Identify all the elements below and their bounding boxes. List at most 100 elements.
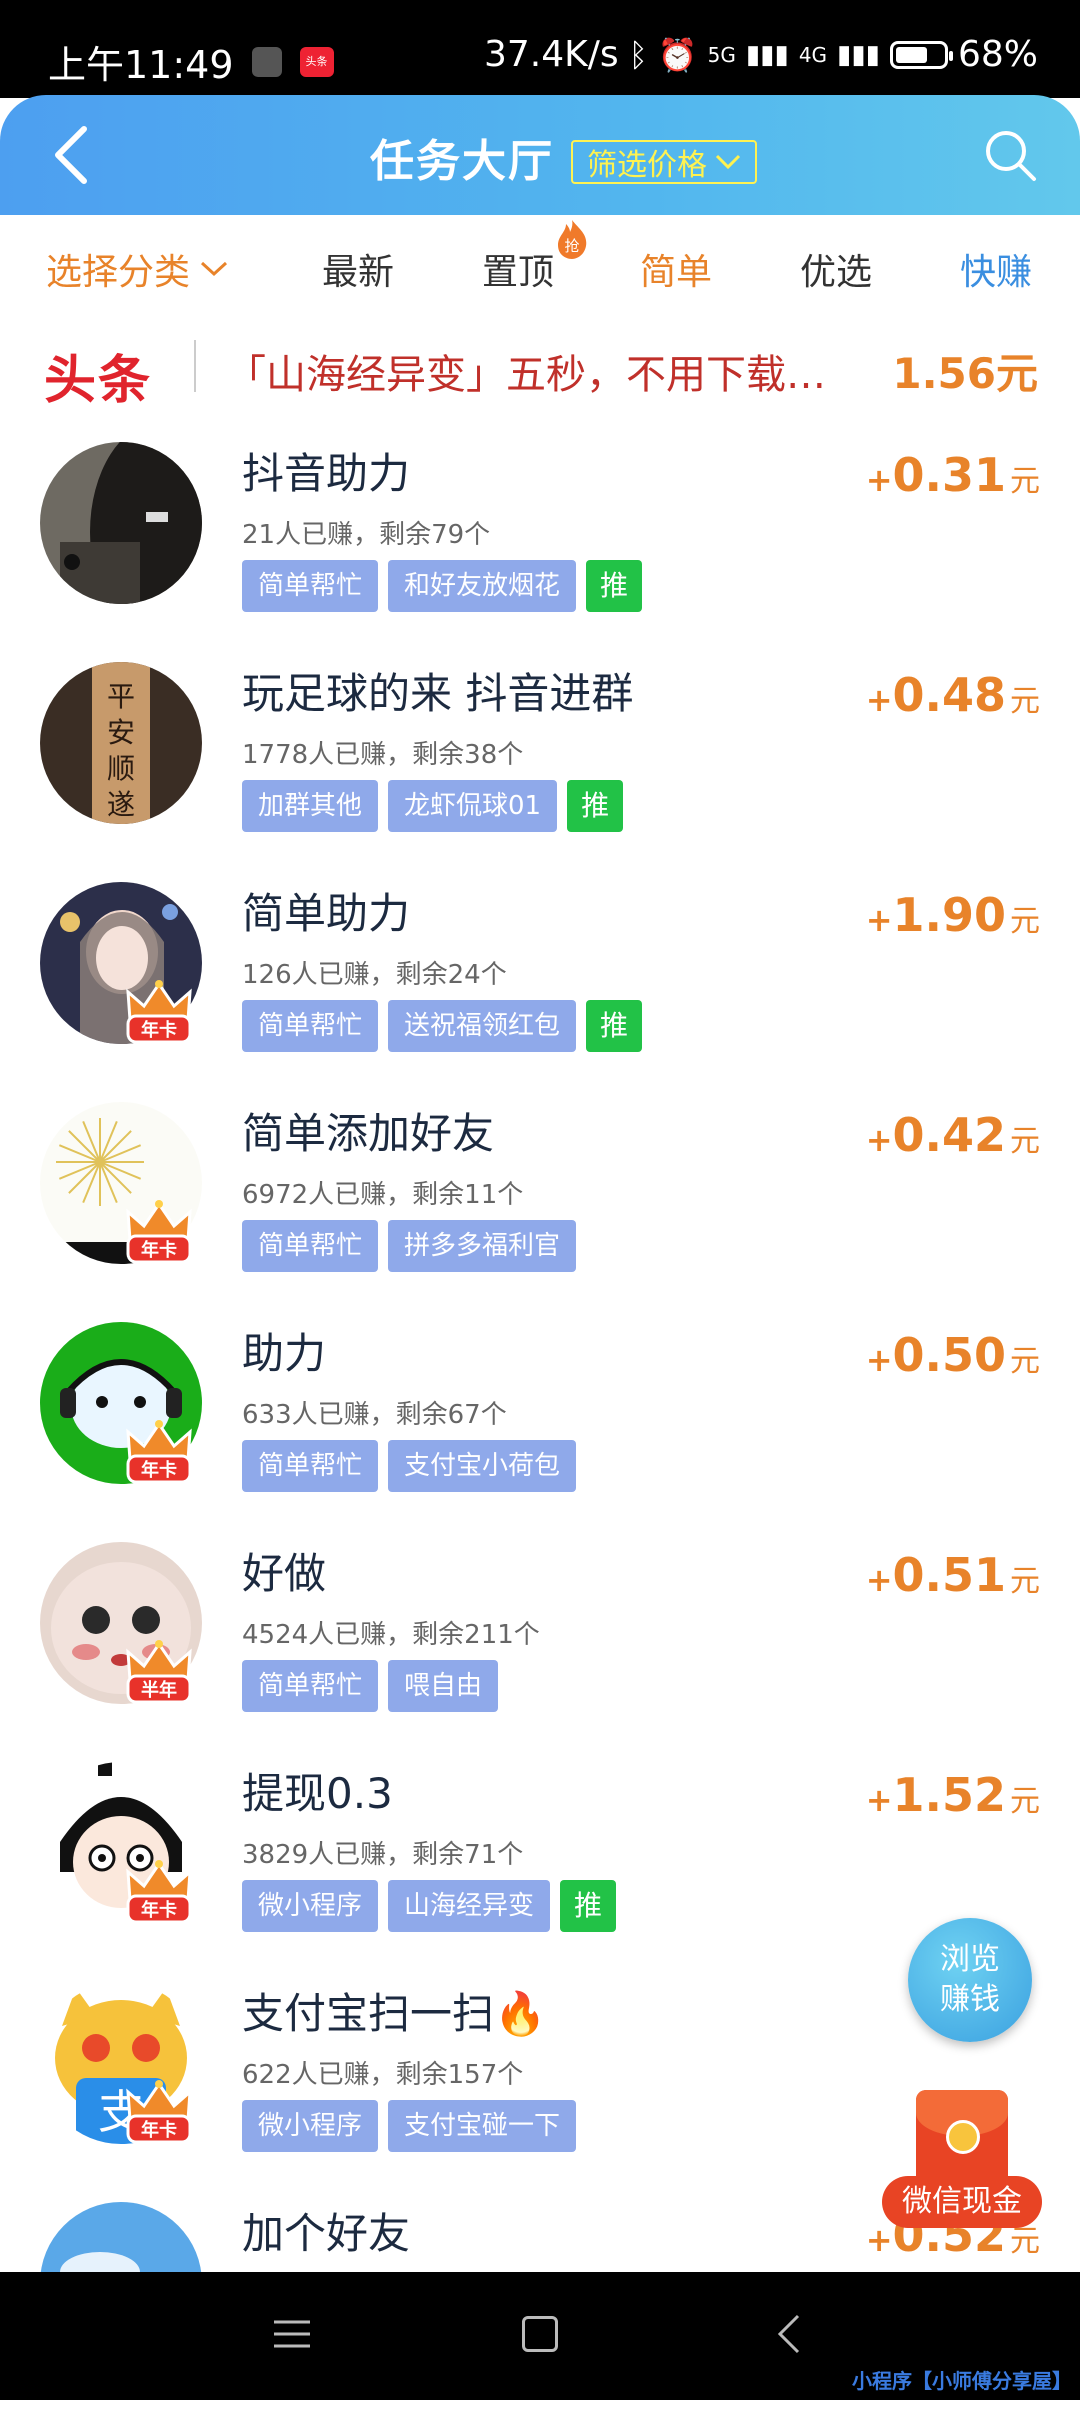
task-stats: 633人已赚，剩余67个 xyxy=(242,1400,507,1430)
status-bar: 上午11:49 头条 37.4K/s ᛒ ⏰ 5G ▮▮▮ 4G ▮▮▮ 68% xyxy=(0,0,1080,98)
svg-text:平: 平 xyxy=(107,680,135,713)
reward-amount: 0.31 xyxy=(892,448,1007,502)
task-tags: 简单帮忙 拼多多福利官 xyxy=(242,1220,577,1272)
notification-app-icon xyxy=(251,46,282,77)
divider xyxy=(194,340,196,392)
task-reward: +0.48 元 xyxy=(866,668,1040,722)
reward-unit: 元 xyxy=(1010,1564,1040,1599)
nav-back-icon[interactable] xyxy=(770,2312,810,2356)
task-stats: 3829人已赚，剩余71个 xyxy=(242,1840,524,1870)
filter-price-label: 筛选价格 xyxy=(587,148,707,183)
toutiao-logo: 头条 xyxy=(44,351,153,411)
task-row[interactable]: 平安顺遂玩足球的来 抖音进群 1778人已赚，剩余38个 加群其他 龙虾侃球01 推 +0… xyxy=(0,662,1080,882)
task-tags: 加群其他 龙虾侃球01 推 xyxy=(242,780,624,832)
tab-bar: 选择分类 最新 置顶 简单 优选 快赚 xyxy=(0,215,1080,315)
task-stats: 1778人已赚，剩余38个 xyxy=(242,740,524,770)
page-title: 任务大厅 xyxy=(370,136,554,187)
task-tag: 简单帮忙 xyxy=(242,1660,379,1712)
task-stats: 622人已赚，剩余157个 xyxy=(242,2060,524,2090)
recommend-badge: 推 xyxy=(567,780,624,832)
browse-earn-button[interactable]: 浏览 赚钱 xyxy=(908,1918,1032,2042)
task-reward: +0.50 元 xyxy=(866,1328,1040,1382)
task-tags: 微小程序 支付宝碰一下 xyxy=(242,2100,577,2152)
task-avatar: 平安顺遂 xyxy=(40,662,202,824)
svg-text:年卡: 年卡 xyxy=(141,1239,177,1261)
task-tag: 微小程序 xyxy=(242,2100,379,2152)
network-speed: 37.4K/s xyxy=(483,34,619,75)
bluetooth-icon: ᛒ xyxy=(628,35,648,74)
task-reward: +0.31 元 xyxy=(866,448,1040,502)
reward-unit: 元 xyxy=(1010,684,1040,719)
reward-amount: 0.48 xyxy=(892,668,1007,722)
reward-unit: 元 xyxy=(1010,1344,1040,1379)
watermark: 小程序【小师傅分享屋】 xyxy=(852,2369,1072,2393)
headline-banner[interactable]: 头条 「山海经异变」五秒，不用下载… 1.56元 xyxy=(0,320,1080,411)
task-row[interactable]: 抖音助力 21人已赚，剩余79个 简单帮忙 和好友放烟花推 +0.31 元 xyxy=(0,442,1080,662)
task-tag: 微小程序 xyxy=(242,1880,379,1932)
task-tags: 微小程序 山海经异变推 xyxy=(242,1880,617,1932)
task-row[interactable]: 年卡 助力 633人已赚，剩余67个 简单帮忙 支付宝小荷包 +0.50 元 xyxy=(0,1322,1080,1542)
pinned-badge-text: 抢 xyxy=(564,237,579,255)
reward-plus: + xyxy=(865,901,893,939)
task-stats: 4524人已赚，剩余211个 xyxy=(242,1620,540,1650)
task-row[interactable]: 年卡 简单添加好友 6972人已赚，剩余11个 简单帮忙 拼多多福利官 +0.42 元 xyxy=(0,1102,1080,1322)
task-tag: 简单帮忙 xyxy=(242,1000,379,1052)
svg-text:遂: 遂 xyxy=(107,788,135,821)
reward-unit: 元 xyxy=(1010,464,1040,499)
tab-simple[interactable]: 简单 xyxy=(640,243,712,295)
header-bar: 任务大厅 筛选价格 xyxy=(0,95,1080,215)
task-tags: 简单帮忙 喂自由 xyxy=(242,1660,499,1712)
chevron-down-icon xyxy=(715,154,741,170)
signal-bars-icon-2: ▮▮▮ xyxy=(837,39,880,70)
coin-icon xyxy=(946,2120,980,2154)
headline-text: 「山海经异变」五秒，不用下载… xyxy=(226,352,826,398)
crown-badge-icon: 半年 xyxy=(124,1640,194,1706)
reward-amount: 0.42 xyxy=(892,1108,1007,1162)
reward-unit: 元 xyxy=(1010,1124,1040,1159)
svg-text:半年: 半年 xyxy=(141,1679,177,1701)
signal-5g-icon: 5G xyxy=(707,42,736,67)
svg-text:顺: 顺 xyxy=(107,752,135,785)
battery-fill xyxy=(895,46,928,63)
reward-unit: 元 xyxy=(1010,904,1040,939)
task-tag: 龙虾侃球01 xyxy=(388,780,558,832)
status-time: 上午11:49 xyxy=(48,43,234,87)
recommend-badge: 推 xyxy=(586,560,643,612)
task-reward: +0.51 元 xyxy=(866,1548,1040,1602)
tab-select-category[interactable]: 选择分类 xyxy=(46,243,228,295)
tab-pinned[interactable]: 置顶 xyxy=(482,243,554,295)
task-row[interactable]: 半年 好做 4524人已赚，剩余211个简单帮忙 喂自由 +0.51 元 xyxy=(0,1542,1080,1762)
headline-price: 1.56元 xyxy=(892,349,1038,398)
home-icon[interactable] xyxy=(522,2316,558,2352)
reward-amount: 1.90 xyxy=(892,888,1007,942)
task-title: 好做 xyxy=(242,1549,327,1598)
task-tag: 喂自由 xyxy=(388,1660,499,1712)
svg-text:年卡: 年卡 xyxy=(141,1459,177,1481)
task-reward: +1.52 元 xyxy=(866,1768,1040,1822)
task-tag: 简单帮忙 xyxy=(242,1220,379,1272)
task-tag: 简单帮忙 xyxy=(242,560,379,612)
tab-latest[interactable]: 最新 xyxy=(322,243,394,295)
toutiao-notification-icon: 头条 xyxy=(299,46,334,77)
tab-category-label: 选择分类 xyxy=(46,252,191,293)
tab-preferred[interactable]: 优选 xyxy=(800,243,872,295)
recent-apps-icon[interactable] xyxy=(272,2318,312,2350)
task-title: 抖音助力 xyxy=(242,449,411,498)
wechat-cash-button[interactable]: 微信现金 xyxy=(882,2090,1042,2230)
task-title: 助力 xyxy=(242,1329,327,1378)
search-icon[interactable] xyxy=(980,125,1040,185)
reward-amount: 0.50 xyxy=(892,1328,1007,1382)
tab-fast-earn[interactable]: 快赚 xyxy=(960,243,1032,295)
filter-price-button[interactable]: 筛选价格 xyxy=(571,140,757,184)
reward-plus: + xyxy=(865,461,893,499)
crown-badge-icon: 年卡 xyxy=(124,980,194,1046)
task-tag: 支付宝碰一下 xyxy=(388,2100,577,2152)
crown-badge-icon: 年卡 xyxy=(124,2080,194,2146)
task-row[interactable]: 年卡 简单助力 126人已赚，剩余24个 简单帮忙 送祝福领红包推 +1.90 元 xyxy=(0,882,1080,1102)
task-stats: 126人已赚，剩余24个 xyxy=(242,960,507,990)
battery-percent: 68% xyxy=(957,34,1038,75)
crown-badge-icon: 年卡 xyxy=(124,1200,194,1266)
task-tag: 和好友放烟花 xyxy=(388,560,577,612)
back-icon[interactable] xyxy=(44,123,104,187)
task-title: 支付宝扫一扫🔥 xyxy=(242,1989,547,2038)
